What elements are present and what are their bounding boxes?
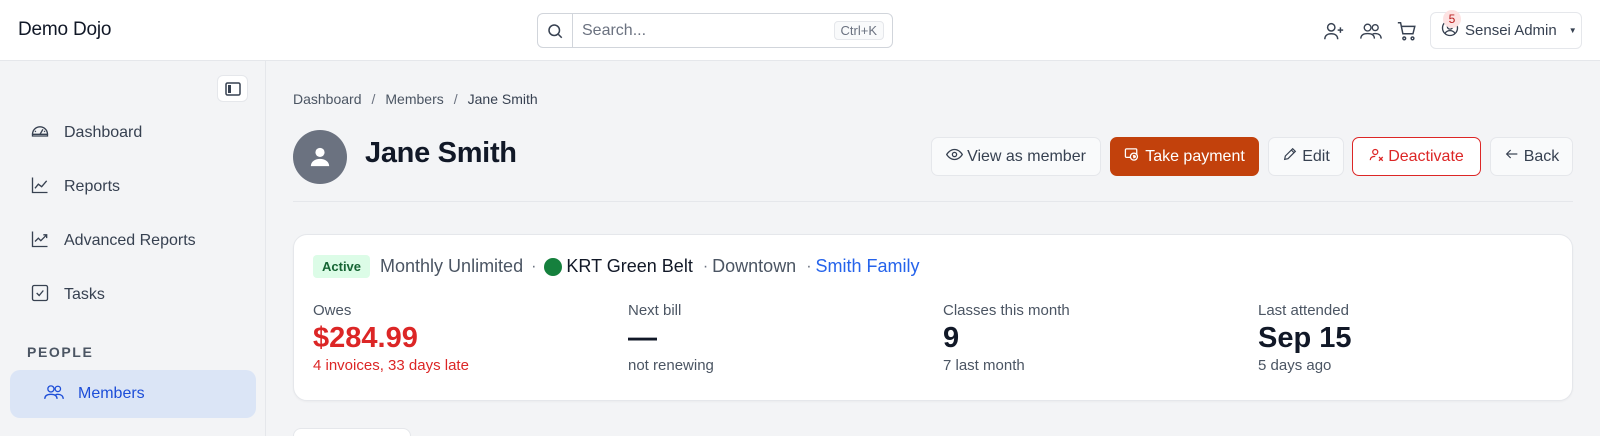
stat-sub: not renewing [628,357,714,374]
sidebar-item-label: Advanced Reports [64,232,196,249]
stat-value: $284.99 [313,322,418,354]
stat-next-bill: Next bill — not renewing [628,302,714,374]
eye-icon [946,146,964,168]
sidebar-item-dashboard[interactable]: Dashboard [10,109,256,157]
global-search[interactable]: Ctrl+K [537,13,893,48]
chevron-down-icon: ▼ [1568,26,1577,35]
stat-label: Next bill [628,302,682,319]
line-chart-icon [30,175,50,200]
status-badge: Active [313,255,371,278]
member-meta-row: Active Monthly Unlimited · KRT Green Bel… [313,255,920,278]
meta-separator: · [806,257,812,275]
stat-sub: 5 days ago [1258,357,1332,374]
sidebar-item-members[interactable]: Members [10,370,256,418]
sidebar-item-tasks[interactable]: Tasks [10,271,256,319]
sidebar-item-reports[interactable]: Reports [10,163,256,211]
stat-label: Classes this month [943,302,1070,319]
trend-chart-icon [30,229,50,254]
membership-plan: Monthly Unlimited [380,256,524,276]
arrow-left-icon [1504,146,1520,167]
search-icon [538,14,573,47]
stat-last-attended: Last attended Sep 15 5 days ago [1258,302,1352,374]
user-silhouette-icon [310,147,330,167]
sidebar-item-label: Members [78,385,145,402]
search-input[interactable] [573,15,834,46]
payment-icon [1124,146,1141,168]
belt-rank: KRT Green Belt [566,256,693,276]
stat-value: — [628,322,657,354]
location: Downtown [712,256,797,276]
family-icon[interactable] [1360,20,1382,42]
checkbox-icon [30,283,50,308]
breadcrumb-members[interactable]: Members [385,91,443,107]
breadcrumb: Dashboard / Members / Jane Smith [293,91,538,107]
gauge-icon [30,121,50,146]
sidebar-toggle-icon [224,81,241,96]
tab-bar-stub[interactable] [293,428,411,436]
top-bar: Demo Dojo Ctrl+K Sensei Admin ▼ 5 [0,0,1600,61]
member-avatar [293,130,347,184]
page-title: Jane Smith [365,137,517,169]
family-link[interactable]: Smith Family [816,256,920,277]
search-shortcut-hint: Ctrl+K [833,21,884,40]
stat-owes: Owes $284.99 4 invoices, 33 days late [313,302,469,374]
stat-classes-this-month: Classes this month 9 7 last month [943,302,1070,374]
breadcrumb-dashboard[interactable]: Dashboard [293,91,362,107]
brand-logo[interactable]: Demo Dojo [18,19,111,41]
back-button[interactable]: Back [1490,137,1573,176]
stat-value: Sep 15 [1258,322,1352,354]
sidebar-item-advanced-reports[interactable]: Advanced Reports [10,217,256,265]
meta-separator: · [531,257,537,275]
members-icon [44,382,64,407]
user-name: Sensei Admin [1465,22,1557,39]
sidebar-item-label: Dashboard [64,124,143,141]
sidebar-item-label: Tasks [64,286,105,303]
header-divider [293,201,1573,202]
user-remove-icon [1369,147,1384,167]
meta-separator: · [702,257,709,275]
stat-label: Owes [313,302,352,319]
breadcrumb-current: Jane Smith [467,91,538,107]
stat-label: Last attended [1258,302,1349,319]
belt-color-icon [544,257,563,276]
pencil-icon [1282,146,1298,167]
stat-value: 9 [943,322,960,354]
sidebar-section-people: PEOPLE [27,344,94,360]
stat-sub: 7 last month [943,357,1025,374]
breadcrumb-separator: / [371,91,376,107]
take-payment-button[interactable]: Take payment [1110,137,1259,176]
deactivate-button[interactable]: Deactivate [1352,137,1481,176]
sidebar: Dashboard Reports Advanced Reports Tasks… [0,61,266,436]
view-as-member-button[interactable]: View as member [931,137,1101,176]
sidebar-collapse-button[interactable] [217,75,248,102]
breadcrumb-separator: / [453,91,458,107]
edit-button[interactable]: Edit [1268,137,1344,176]
notification-badge[interactable]: 5 [1443,10,1461,28]
sidebar-item-label: Reports [64,178,121,195]
add-member-icon[interactable] [1323,20,1345,42]
cart-icon[interactable] [1396,20,1418,42]
member-summary-card: Active Monthly Unlimited · KRT Green Bel… [293,234,1573,401]
stat-sub[interactable]: 4 invoices, 33 days late [313,357,469,374]
